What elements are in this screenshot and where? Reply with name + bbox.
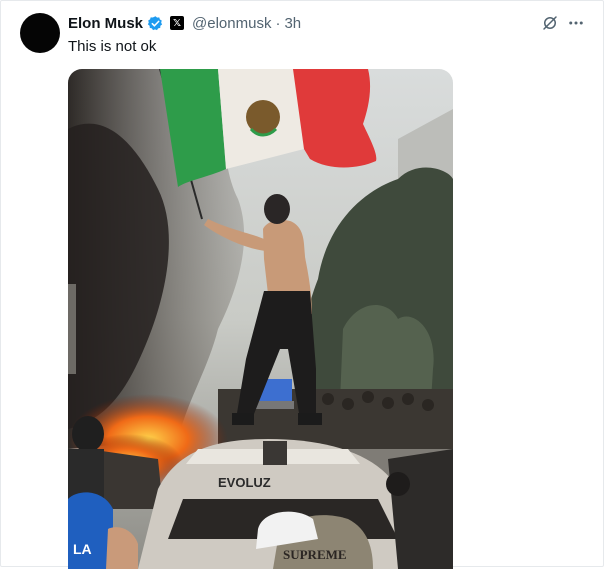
car-sticker-text: EVOLUZ bbox=[218, 475, 271, 490]
post-text: This is not ok bbox=[68, 38, 157, 55]
hat-logo: LA bbox=[73, 541, 92, 557]
cap-text: SUPREME bbox=[283, 547, 347, 562]
post-time[interactable]: 3h bbox=[284, 15, 301, 32]
verified-badge-icon bbox=[147, 15, 163, 30]
x-logo-icon: 𝕏 bbox=[170, 16, 185, 30]
separator-dot: · bbox=[275, 14, 281, 32]
author-handle[interactable]: @elonmusk bbox=[192, 15, 271, 32]
post-header: Elon Musk 𝕏 @elonmusk · 3h bbox=[68, 13, 301, 33]
author-avatar[interactable] bbox=[20, 13, 60, 53]
grok-icon[interactable] bbox=[541, 14, 559, 32]
post-image[interactable]: LA EVOLUZ SUPREME bbox=[68, 69, 453, 569]
more-dots-icon[interactable] bbox=[567, 14, 585, 32]
author-name[interactable]: Elon Musk bbox=[68, 15, 143, 32]
